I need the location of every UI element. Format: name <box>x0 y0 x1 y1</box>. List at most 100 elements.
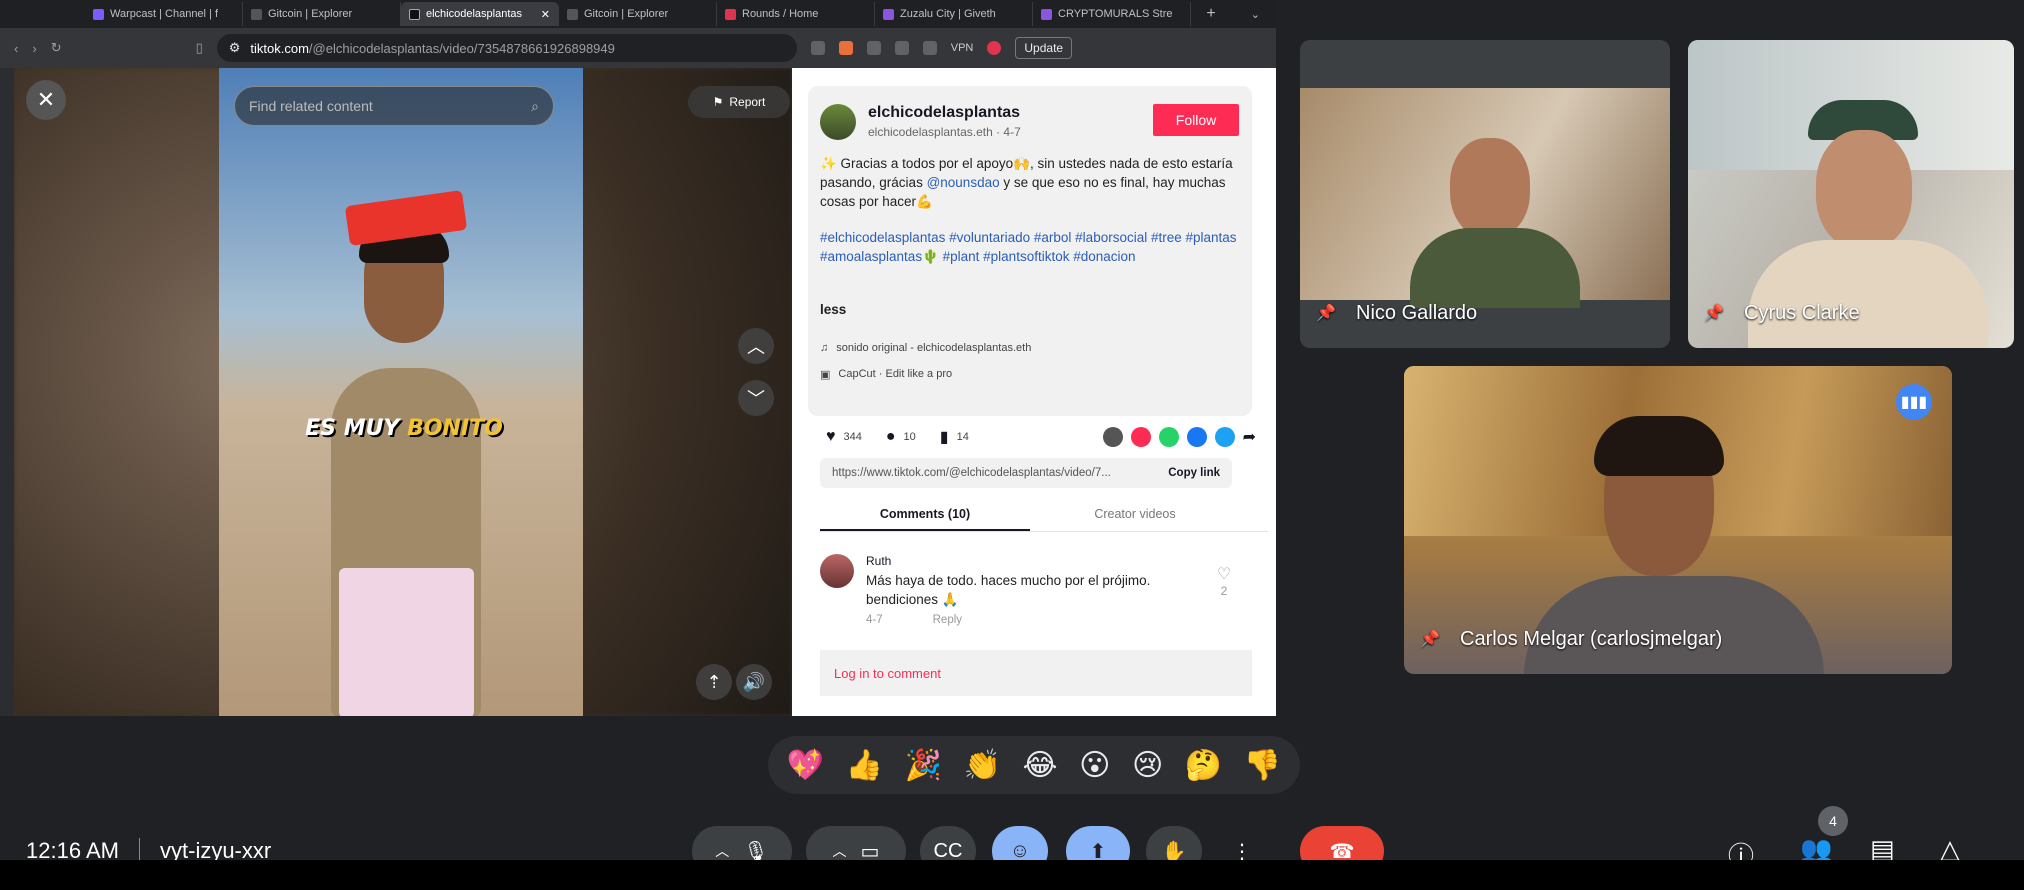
pin-icon[interactable]: 📌 <box>1704 303 1724 325</box>
comment-icon: ● <box>885 428 896 445</box>
url-field[interactable]: ⚙ tiktok.com/@elchicodelasplantas/video/… <box>216 34 797 62</box>
mention-link[interactable]: @nounsdao <box>927 175 1000 190</box>
related-search-input[interactable]: Find related content ⌕ <box>234 86 554 126</box>
browser-tab[interactable]: Warpcast | Channel | f <box>85 2 243 26</box>
commenter-name[interactable]: Ruth <box>866 554 891 568</box>
copy-link-button[interactable]: Copy link <box>1168 467 1220 479</box>
tab-search-icon[interactable]: ⌄ <box>1251 8 1260 21</box>
giveth-icon <box>883 8 894 20</box>
report-button[interactable]: ⚑ Report <box>688 86 790 118</box>
reload-icon[interactable]: ↻ <box>51 40 62 56</box>
commenter-avatar[interactable] <box>820 554 854 588</box>
participant-name: 📌 Carlos Melgar (carlosjmelgar) <box>1420 628 1723 651</box>
gitcoin-icon <box>251 8 262 20</box>
video-description: ✨ Gracias a todos por el apoyo🙌, sin ust… <box>820 156 1233 209</box>
reaction-sparkling-heart[interactable]: 💖 <box>787 748 824 783</box>
panel-tabs: Comments (10) Creator videos <box>820 498 1268 532</box>
browser-tab[interactable]: Zuzalu City | Giveth <box>875 2 1033 26</box>
participant-body <box>1748 240 1988 348</box>
volume-icon[interactable]: 🔊 <box>736 664 772 700</box>
reply-button[interactable]: Reply <box>933 614 962 626</box>
update-button[interactable]: Update <box>1015 37 1073 59</box>
author-avatar[interactable] <box>820 104 856 140</box>
reaction-crying[interactable]: 😢 <box>1132 748 1163 783</box>
video-frame[interactable]: ES MUY BONITO <box>219 68 583 716</box>
hashtags[interactable]: #elchicodelasplantas #voluntariado #arbo… <box>820 228 1240 266</box>
tiktok-icon <box>409 8 420 20</box>
screen-edge <box>0 860 2024 890</box>
tab-creator-videos[interactable]: Creator videos <box>1030 498 1240 531</box>
browser-tab[interactable]: Gitcoin | Explorer <box>243 2 401 26</box>
participant-name: 📌 Nico Gallardo <box>1316 302 1478 325</box>
browser-tab[interactable]: Rounds / Home <box>717 2 875 26</box>
extension-icon[interactable] <box>866 41 881 55</box>
facebook-icon[interactable] <box>1186 427 1207 447</box>
browser-tab[interactable]: CRYPTOMURALS Stre <box>1033 2 1191 26</box>
flag-icon: ⚑ <box>712 95 724 109</box>
reaction-clapping[interactable]: 👏 <box>964 748 1001 783</box>
browser-tab-active[interactable]: elchicodelasplantas ✕ <box>401 2 559 26</box>
comment-button[interactable]: ● 10 <box>886 428 916 446</box>
tab-comments[interactable]: Comments (10) <box>820 498 1030 531</box>
participant-tile[interactable]: 📌 Nico Gallardo <box>1300 40 1670 348</box>
like-button[interactable]: ♥ 344 <box>826 428 862 446</box>
close-tab-icon[interactable]: ✕ <box>541 8 550 21</box>
browser-tab[interactable]: Gitcoin | Explorer <box>559 2 717 26</box>
extension-icon[interactable] <box>810 41 825 55</box>
site-info-icon[interactable]: ⚙ <box>229 40 241 56</box>
capcut-link[interactable]: ▣ CapCut · Edit like a pro <box>820 368 952 381</box>
reaction-thumbs-up[interactable]: 👍 <box>846 748 883 783</box>
save-button[interactable]: ▮ 14 <box>940 427 969 447</box>
comment-meta: 4-7 Reply <box>866 614 963 626</box>
twitter-icon[interactable] <box>1214 427 1235 447</box>
pin-icon[interactable]: 📌 <box>1420 629 1440 651</box>
close-video-button[interactable]: ✕ <box>26 80 66 120</box>
description-card: elchicodelasplantas elchicodelasplantas.… <box>808 86 1252 416</box>
participant-name: 📌 Cyrus Clarke <box>1704 302 1860 325</box>
profile-icon[interactable] <box>987 41 1002 55</box>
chevron-up-icon[interactable]: ︿ <box>715 841 729 861</box>
search-icon[interactable]: ⌕ <box>531 98 539 115</box>
follow-button[interactable]: Follow <box>1153 104 1239 136</box>
tab-bar: Warpcast | Channel | f Gitcoin | Explore… <box>0 0 1276 28</box>
new-tab-icon[interactable]: + <box>1191 5 1231 23</box>
rounds-icon <box>725 8 736 20</box>
participant-tile[interactable]: 📌 Carlos Melgar (carlosjmelgar) <box>1404 366 1952 674</box>
send-to-friends-icon[interactable] <box>1130 427 1151 447</box>
forward-icon[interactable]: › <box>32 41 36 56</box>
bookmark-icon[interactable]: ▯ <box>196 40 203 56</box>
reaction-joy[interactable]: 😂 <box>1023 748 1058 783</box>
bookmark-icon: ▮ <box>939 429 949 446</box>
floating-player-icon[interactable]: ⇡ <box>696 664 732 700</box>
back-icon[interactable]: ‹ <box>14 41 18 56</box>
reaction-thinking[interactable]: 🤔 <box>1185 748 1222 783</box>
sound-link[interactable]: ♫ sonido original - elchicodelasplantas.e… <box>820 342 1031 354</box>
vpn-button[interactable]: VPN <box>951 42 974 54</box>
pin-icon[interactable]: 📌 <box>1316 303 1336 325</box>
next-video-button[interactable]: ﹀ <box>738 380 774 416</box>
brave-shield-icon[interactable] <box>838 41 853 55</box>
comment-like-button[interactable]: ♡ 2 <box>1212 564 1236 598</box>
less-toggle[interactable]: less <box>820 302 846 317</box>
share-link: https://www.tiktok.com/@elchicodelasplan… <box>832 467 1111 479</box>
chevron-up-icon[interactable]: ︿ <box>833 841 847 861</box>
video-details-panel: elchicodelasplantas elchicodelasplantas.… <box>792 68 1276 716</box>
speaking-indicator-icon: ▮▮▮ <box>1896 384 1932 420</box>
share-arrow-icon[interactable]: ➦ <box>1243 427 1256 447</box>
author-handle-date: elchicodelasplantas.eth · 4-7 <box>868 125 1021 139</box>
author-name[interactable]: elchicodelasplantas <box>868 104 1020 122</box>
embed-icon[interactable] <box>1102 427 1123 447</box>
reaction-thumbs-down[interactable]: 👎 <box>1244 748 1281 783</box>
extension-icon[interactable] <box>894 41 909 55</box>
reaction-party-popper[interactable]: 🎉 <box>905 748 942 783</box>
reaction-surprised[interactable]: 😮 <box>1079 748 1110 783</box>
heart-icon: ♥ <box>826 428 836 445</box>
sidebar-icon[interactable] <box>922 41 937 55</box>
capcut-icon: ▣ <box>820 369 831 381</box>
browser-window: Warpcast | Channel | f Gitcoin | Explore… <box>0 0 1276 716</box>
previous-video-button[interactable]: ︿ <box>738 328 774 364</box>
whatsapp-icon[interactable] <box>1158 427 1179 447</box>
login-to-comment-button[interactable]: Log in to comment <box>820 650 1252 696</box>
video-player: ES MUY BONITO ✕ Find related content ⌕ ⚑ R… <box>14 68 792 716</box>
participant-tile[interactable]: 📌 Cyrus Clarke <box>1688 40 2014 348</box>
